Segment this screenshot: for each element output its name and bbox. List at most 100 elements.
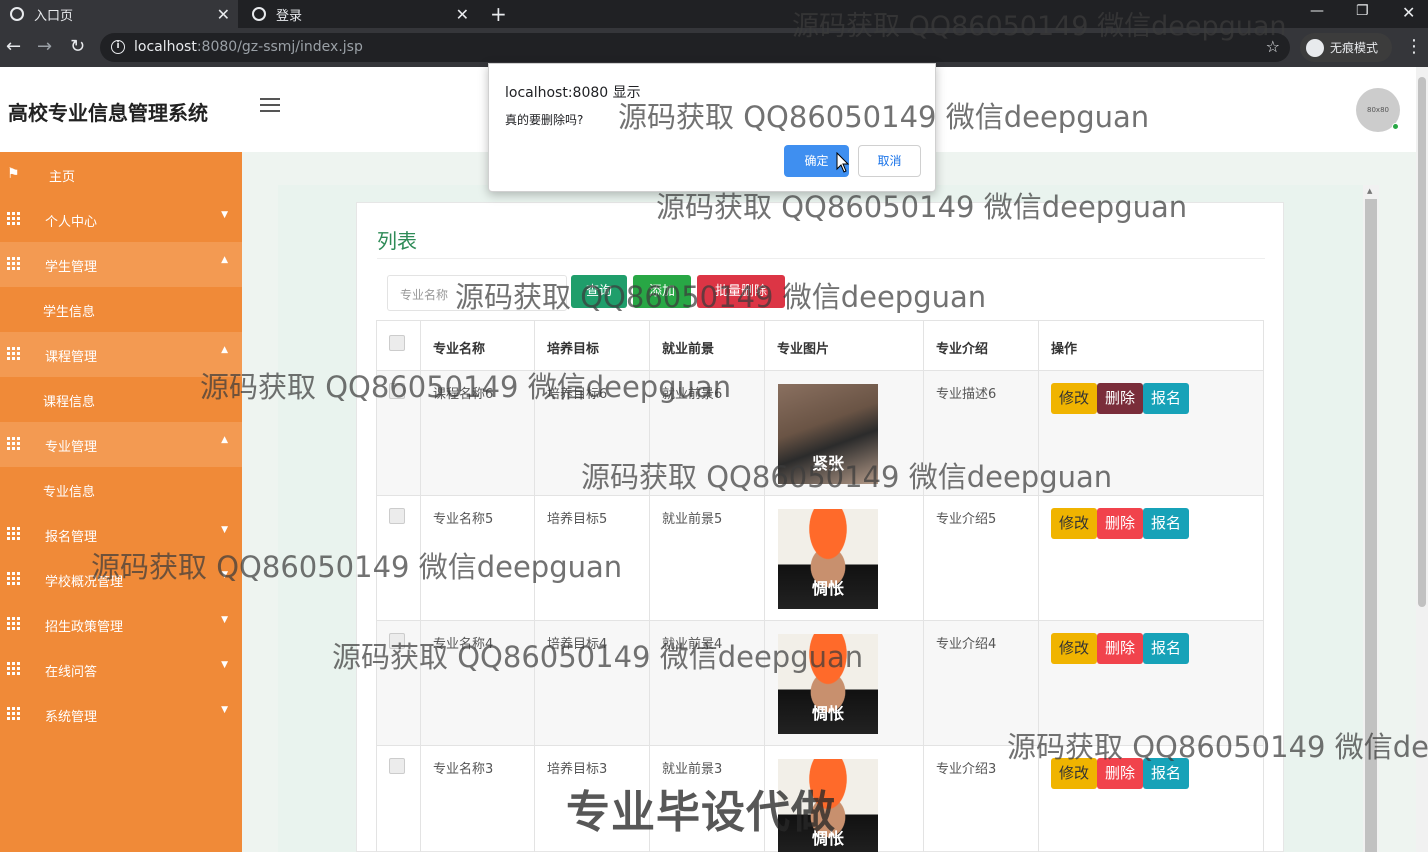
sidebar-subitem-course-info[interactable]: 课程信息 xyxy=(0,377,242,422)
cell-goal: 培养目标5 xyxy=(534,495,650,621)
browser-tab-entry[interactable]: 入口页 ✕ xyxy=(0,0,238,28)
cell-intro: 专业描述6 xyxy=(923,370,1039,496)
minimize-icon[interactable]: — xyxy=(1310,3,1324,19)
column-header: 就业前景 xyxy=(649,320,765,371)
sidebar-item-label: 主页 xyxy=(49,170,76,185)
grid-icon xyxy=(7,707,20,720)
sidebar-item-label: 学校概况管理 xyxy=(45,575,124,590)
back-icon[interactable]: ← xyxy=(6,37,21,57)
sidebar-subitem-label: 专业信息 xyxy=(43,485,96,500)
edit-button[interactable]: 修改 xyxy=(1051,758,1098,789)
edit-button[interactable]: 修改 xyxy=(1051,633,1098,664)
cell-goal: 培养目标6 xyxy=(534,370,650,496)
browser-tab-login[interactable]: 登录 ✕ xyxy=(242,0,477,28)
sidebar-item-label: 系统管理 xyxy=(45,710,98,725)
cell-prospect: 就业前景6 xyxy=(649,370,765,496)
image-caption: 紧张 xyxy=(811,454,844,473)
browser-menu-icon[interactable]: ⋮ xyxy=(1405,36,1423,57)
query-button[interactable]: 查询 xyxy=(571,275,627,308)
image-caption: 惆怅 xyxy=(811,704,844,723)
column-header: 专业介绍 xyxy=(923,320,1039,371)
close-window-icon[interactable]: ✕ xyxy=(1402,3,1415,22)
enroll-button[interactable]: 报名 xyxy=(1143,508,1190,539)
address-bar[interactable]: i localhost:8080/gz-ssmj/index.jsp ☆ xyxy=(100,33,1290,62)
sidebar-item-enroll-mgmt[interactable]: 报名管理 ▼ xyxy=(0,512,242,557)
app-title: 高校专业信息管理系统 xyxy=(8,101,208,125)
sidebar-item-major-mgmt[interactable]: 专业管理 ▲ xyxy=(0,422,242,467)
table-row: 专业名称4 培养目标4 就业前景4 惆怅 专业介绍4 修改 删除 报名 xyxy=(376,620,1264,746)
enroll-button[interactable]: 报名 xyxy=(1143,758,1190,789)
grid-icon xyxy=(7,572,20,585)
major-image: 惆怅 xyxy=(778,634,878,734)
bookmark-star-icon[interactable]: ☆ xyxy=(1266,37,1280,56)
incognito-label: 无痕模式 xyxy=(1330,41,1379,55)
new-tab-icon[interactable]: + xyxy=(490,2,507,26)
edit-button[interactable]: 修改 xyxy=(1051,508,1098,539)
close-tab-icon[interactable]: ✕ xyxy=(217,5,230,24)
row-checkbox[interactable] xyxy=(389,633,405,649)
add-button[interactable]: 添加 xyxy=(633,275,691,308)
row-checkbox[interactable] xyxy=(389,383,405,399)
sidebar-item-course-mgmt[interactable]: 课程管理 ▲ xyxy=(0,332,242,377)
inner-scrollbar[interactable]: ▲ xyxy=(1363,185,1379,852)
sidebar-subitem-major-info[interactable]: 专业信息 xyxy=(0,467,242,512)
forward-icon[interactable]: → xyxy=(37,37,52,57)
tab-label: 入口页 xyxy=(34,8,74,24)
sidebar-item-online-qa[interactable]: 在线问答 ▼ xyxy=(0,647,242,692)
chevron-down-icon: ▼ xyxy=(221,210,228,220)
url-text: localhost:8080/gz-ssmj/index.jsp xyxy=(134,39,363,55)
search-input[interactable]: 专业名称 xyxy=(387,275,567,311)
row-checkbox[interactable] xyxy=(389,758,405,774)
grid-icon xyxy=(7,347,20,360)
delete-button[interactable]: 删除 xyxy=(1097,383,1144,414)
inner-scrollbar-thumb[interactable] xyxy=(1365,199,1377,852)
delete-button[interactable]: 删除 xyxy=(1097,758,1144,789)
page-scrollbar[interactable] xyxy=(1416,67,1428,852)
sidebar-item-admission-policy[interactable]: 招生政策管理 ▼ xyxy=(0,602,242,647)
chevron-up-icon: ▲ xyxy=(221,345,228,355)
enroll-button[interactable]: 报名 xyxy=(1143,383,1190,414)
column-header: 专业名称 xyxy=(420,320,535,371)
delete-button[interactable]: 删除 xyxy=(1097,508,1144,539)
cell-intro: 专业介绍5 xyxy=(923,495,1039,621)
sidebar-item-system-mgmt[interactable]: 系统管理 ▼ xyxy=(0,692,242,737)
table-row: 课程名称6 培养目标6 就业前景6 紧张 专业描述6 修改 删除 报名 xyxy=(376,370,1264,496)
sidebar-item-label: 学生管理 xyxy=(45,260,98,275)
sidebar-item-student-mgmt[interactable]: 学生管理 ▲ xyxy=(0,242,242,287)
cell-name: 课程名称6 xyxy=(420,370,535,496)
chevron-down-icon: ▼ xyxy=(221,525,228,535)
column-header: 操作 xyxy=(1038,320,1264,371)
sidebar-subitem-label: 课程信息 xyxy=(43,395,96,410)
sidebar: ⚑ 主页 个人中心 ▼ 学生管理 ▲ 学生信息 课程管理 ▲ 课程信息 专业管理… xyxy=(0,152,242,852)
incognito-indicator[interactable]: 无痕模式 xyxy=(1300,33,1392,62)
sidebar-item-personal-center[interactable]: 个人中心 ▼ xyxy=(0,197,242,242)
globe-icon xyxy=(10,7,24,21)
card-title: 列表 xyxy=(377,229,417,253)
table-header-row: 专业名称 培养目标 就业前景 专业图片 专业介绍 操作 xyxy=(376,320,1264,371)
avatar[interactable]: 80x80 xyxy=(1356,88,1400,132)
sidebar-subitem-student-info[interactable]: 学生信息 xyxy=(0,287,242,332)
grid-icon xyxy=(7,527,20,540)
grid-icon xyxy=(7,617,20,630)
cell-name: 专业名称4 xyxy=(420,620,535,746)
reload-icon[interactable]: ↻ xyxy=(70,37,85,57)
row-checkbox[interactable] xyxy=(389,508,405,524)
sidebar-item-school-overview[interactable]: 学校概况管理 ▼ xyxy=(0,557,242,602)
edit-button[interactable]: 修改 xyxy=(1051,383,1098,414)
enroll-button[interactable]: 报名 xyxy=(1143,633,1190,664)
column-header: 专业图片 xyxy=(764,320,924,371)
select-all-checkbox[interactable] xyxy=(389,335,405,351)
sidebar-item-home[interactable]: ⚑ 主页 xyxy=(0,152,242,197)
close-tab-icon[interactable]: ✕ xyxy=(456,5,469,24)
page-scrollbar-thumb[interactable] xyxy=(1418,77,1426,607)
restore-icon[interactable]: ❐ xyxy=(1356,3,1369,19)
menu-toggle-icon[interactable] xyxy=(260,98,280,116)
delete-button[interactable]: 删除 xyxy=(1097,633,1144,664)
batch-delete-button[interactable]: 批量删除 xyxy=(697,275,785,308)
select-all-cell xyxy=(376,320,421,371)
sidebar-subitem-label: 学生信息 xyxy=(43,305,96,320)
divider xyxy=(377,258,1265,259)
site-info-icon[interactable]: i xyxy=(111,40,125,54)
column-header: 培养目标 xyxy=(534,320,650,371)
dialog-cancel-button[interactable]: 取消 xyxy=(858,145,921,177)
